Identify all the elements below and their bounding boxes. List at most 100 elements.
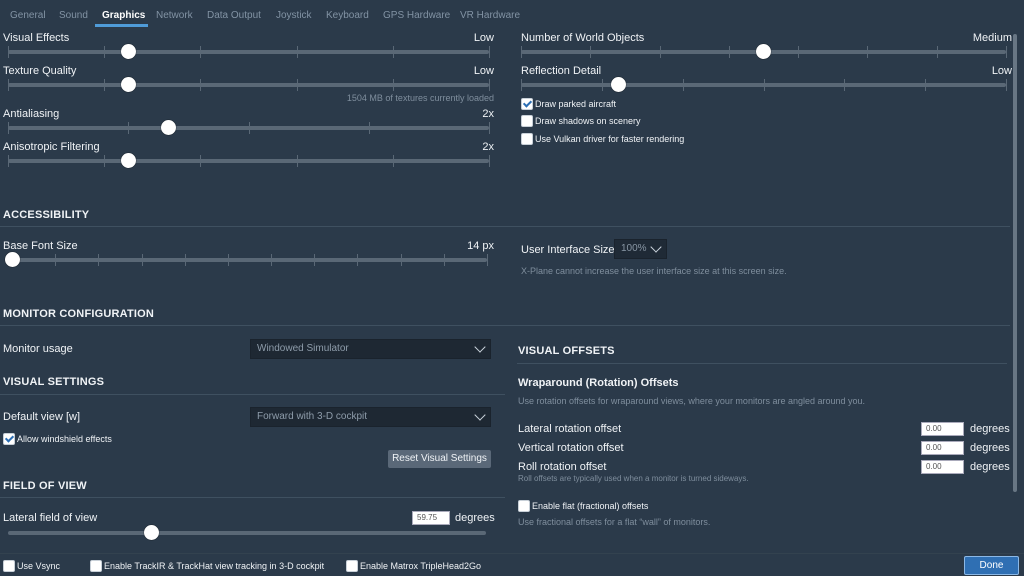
lateral-fov-slider[interactable] (8, 525, 486, 541)
slider-tick (487, 254, 488, 266)
slider-tick (444, 254, 445, 266)
tab-bar: General Sound Graphics Network Data Outp… (0, 0, 1024, 28)
slider-thumb[interactable] (120, 44, 136, 59)
default-view-dropdown[interactable]: Forward with 3-D cockpit (250, 407, 491, 427)
slider-thumb[interactable] (143, 525, 159, 540)
use-vulkan-label: Use Vulkan driver for faster rendering (535, 134, 685, 144)
slider-thumb[interactable] (4, 252, 20, 267)
slider-tick (128, 122, 129, 134)
lateral-fov-input[interactable]: 59.75 (412, 511, 450, 525)
tab-sound[interactable]: Sound (59, 10, 88, 21)
scrollbar[interactable] (1013, 34, 1017, 492)
slider-tick (297, 155, 298, 167)
tab-joystick[interactable]: Joystick (276, 10, 312, 21)
slider-tick (393, 46, 394, 58)
slider-tick (314, 254, 315, 266)
slider-tick (8, 122, 9, 134)
world-objects-value: Medium (972, 32, 1012, 44)
tab-keyboard[interactable]: Keyboard (326, 10, 369, 21)
visual-effects-value: Low (473, 32, 494, 44)
divider (0, 325, 1010, 326)
slider-tick (602, 79, 603, 91)
reset-visual-settings-button[interactable]: Reset Visual Settings (388, 450, 491, 468)
ui-size-dropdown[interactable]: 100% (614, 239, 667, 259)
tab-data-output[interactable]: Data Output (207, 10, 261, 21)
draw-parked-aircraft-label: Draw parked aircraft (535, 99, 617, 109)
chevron-down-icon (474, 341, 486, 353)
draw-shadows-checkbox[interactable] (521, 115, 533, 127)
slider-thumb[interactable] (120, 77, 136, 92)
slider-tick (764, 79, 765, 91)
windshield-effects-checkbox[interactable] (3, 433, 15, 445)
slider-tick (8, 46, 9, 58)
antialiasing-slider[interactable] (8, 120, 490, 136)
tab-general[interactable]: General (10, 10, 46, 21)
slider-tick (937, 46, 938, 58)
windshield-effects-label: Allow windshield effects (17, 434, 112, 444)
world-objects-label: Number of World Objects (521, 32, 645, 44)
anisotropic-value: 2x (482, 141, 494, 153)
lateral-rotation-input[interactable]: 0.00 (921, 422, 964, 436)
slider-track (8, 83, 489, 87)
field-of-view-heading: FIELD OF VIEW (3, 480, 87, 492)
slider-tick (489, 79, 490, 91)
wraparound-note: Use rotation offsets for wraparound view… (518, 396, 866, 406)
anisotropic-slider[interactable] (8, 153, 490, 169)
slider-thumb[interactable] (756, 44, 771, 59)
active-tab-indicator (95, 24, 148, 27)
roll-rotation-input[interactable]: 0.00 (921, 460, 964, 474)
base-font-size-slider[interactable] (4, 252, 488, 268)
slider-tick (489, 155, 490, 167)
done-button[interactable]: Done (964, 556, 1019, 575)
monitor-usage-value: Windowed Simulator (257, 343, 349, 354)
tab-graphics[interactable]: Graphics (102, 10, 145, 21)
tab-network[interactable]: Network (156, 10, 193, 21)
visual-effects-slider[interactable] (8, 44, 490, 60)
draw-parked-aircraft-checkbox[interactable] (521, 98, 533, 110)
slider-tick (104, 155, 105, 167)
slider-tick (142, 254, 143, 266)
slider-tick (925, 79, 926, 91)
slider-tick (729, 46, 730, 58)
texture-quality-value: Low (473, 65, 494, 77)
visual-effects-label: Visual Effects (3, 32, 70, 44)
vertical-rotation-input[interactable]: 0.00 (921, 441, 964, 455)
slider-tick (104, 79, 105, 91)
flat-offsets-note: Use fractional offsets for a flat “wall”… (518, 517, 711, 527)
matrox-checkbox[interactable] (346, 560, 358, 572)
vsync-checkbox[interactable] (3, 560, 15, 572)
slider-tick (489, 122, 490, 134)
anisotropic-label: Anisotropic Filtering (3, 141, 100, 153)
slider-thumb[interactable] (120, 153, 136, 168)
slider-tick (185, 254, 186, 266)
slider-tick (521, 46, 522, 58)
vertical-rotation-label: Vertical rotation offset (518, 442, 624, 454)
chevron-down-icon (650, 241, 662, 253)
tab-gps-hardware[interactable]: GPS Hardware (383, 10, 450, 21)
slider-thumb[interactable] (160, 120, 176, 135)
footer-divider (0, 553, 1024, 554)
texture-quality-slider[interactable] (8, 77, 490, 93)
antialiasing-label: Antialiasing (3, 108, 60, 120)
reflection-detail-slider[interactable] (521, 77, 1007, 93)
visual-settings-heading: VISUAL SETTINGS (3, 376, 105, 388)
accessibility-heading: ACCESSIBILITY (3, 209, 90, 221)
default-view-value: Forward with 3-D cockpit (257, 411, 368, 422)
slider-tick (200, 46, 201, 58)
divider (0, 226, 1010, 227)
slider-tick (369, 122, 370, 134)
slider-tick (590, 46, 591, 58)
slider-thumb[interactable] (610, 77, 626, 92)
slider-track (8, 50, 489, 54)
tab-vr-hardware[interactable]: VR Hardware (460, 10, 520, 21)
slider-tick (271, 254, 272, 266)
trackir-checkbox[interactable] (90, 560, 102, 572)
use-vulkan-checkbox[interactable] (521, 133, 533, 145)
slider-tick (228, 254, 229, 266)
reflection-detail-value: Low (991, 65, 1012, 77)
slider-tick (401, 254, 402, 266)
monitor-usage-dropdown[interactable]: Windowed Simulator (250, 339, 491, 359)
slider-track (8, 531, 486, 535)
world-objects-slider[interactable] (521, 44, 1007, 60)
flat-offsets-checkbox[interactable] (518, 500, 530, 512)
